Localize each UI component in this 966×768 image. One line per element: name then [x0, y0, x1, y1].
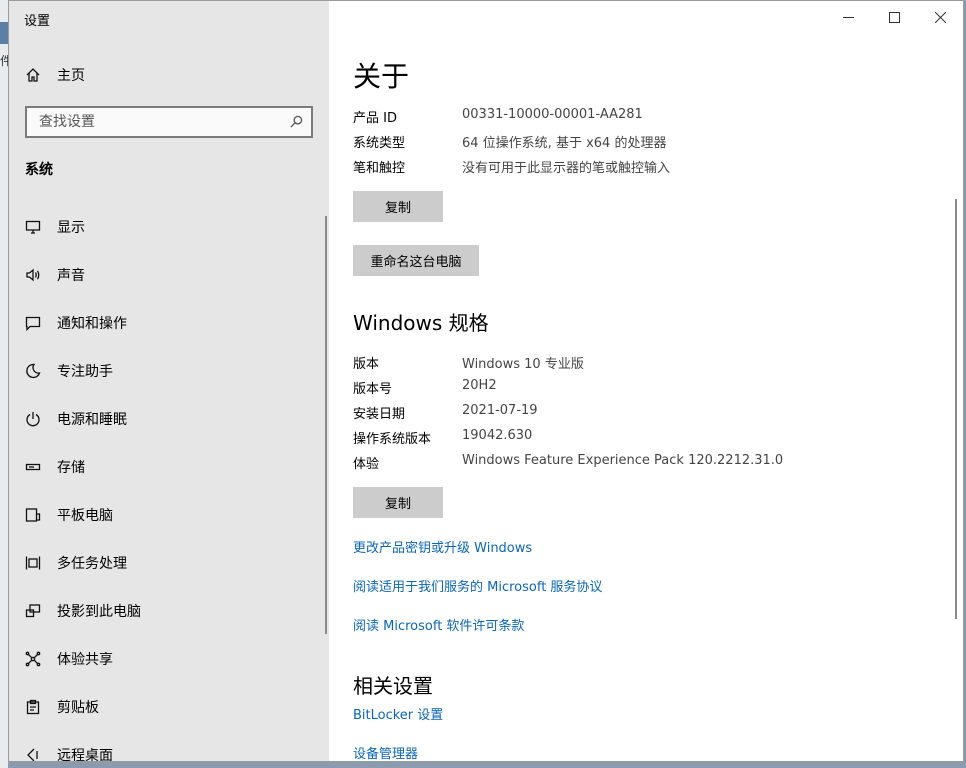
sidebar-item-label: 剪贴板 — [57, 700, 99, 716]
spec-row-experience: 体验 Windows Feature Experience Pack 120.2… — [353, 453, 783, 472]
rename-pc-button[interactable]: 重命名这台电脑 — [353, 245, 479, 276]
sidebar-item-label: 电源和睡眠 — [57, 412, 127, 428]
spec-label: 版本号 — [353, 382, 393, 397]
speaker-icon — [9, 267, 57, 283]
maximize-icon — [888, 11, 900, 23]
main-scrollbar[interactable] — [955, 199, 957, 619]
sidebar-item-focus-assist[interactable]: 专注助手 — [9, 347, 329, 395]
sidebar-item-tablet[interactable]: 平板电脑 — [9, 491, 329, 539]
sidebar-nav: 显示 声音 通知和操作 专注助手 电源和睡眠 存储 平板电脑 多任务处理 投影到… — [9, 203, 329, 762]
spec-value: Windows Feature Experience Pack 120.2212… — [462, 453, 784, 468]
window-title: 设置 — [24, 14, 51, 29]
services-agreement-link[interactable]: 阅读适用于我们服务的 Microsoft 服务协议 — [353, 576, 602, 595]
spec-value: 2021-07-19 — [462, 403, 538, 418]
sidebar-item-sound[interactable]: 声音 — [9, 251, 329, 299]
sidebar-item-label: 投影到此电脑 — [57, 604, 141, 620]
spec-label: 笔和触控 — [353, 161, 406, 176]
spec-label: 操作系统版本 — [353, 432, 432, 447]
spec-row-pen-touch: 笔和触控 没有可用于此显示器的笔或触控输入 — [353, 157, 670, 176]
background-app-text: 件 — [0, 54, 8, 68]
sidebar-item-label: 存储 — [57, 460, 85, 476]
spec-row-install-date: 安装日期 2021-07-19 — [353, 403, 538, 422]
sidebar-item-clipboard[interactable]: 剪贴板 — [9, 683, 329, 731]
share-icon — [9, 651, 57, 667]
related-settings-heading: 相关设置 — [353, 674, 433, 698]
spec-label: 产品 ID — [353, 111, 397, 126]
clipboard-icon — [9, 699, 57, 715]
spec-value: Windows 10 专业版 — [462, 357, 584, 372]
sidebar-item-multitasking[interactable]: 多任务处理 — [9, 539, 329, 587]
page-title: 关于 — [353, 60, 410, 93]
sidebar-item-shared-experiences[interactable]: 体验共享 — [9, 635, 329, 683]
spec-label: 体验 — [353, 457, 380, 472]
search-box[interactable] — [25, 106, 313, 138]
spec-row-product-id: 产品 ID 00331-10000-00001-AA281 — [353, 107, 643, 126]
power-icon — [9, 411, 57, 427]
spec-value: 00331-10000-00001-AA281 — [462, 107, 643, 122]
license-terms-link[interactable]: 阅读 Microsoft 软件许可条款 — [353, 615, 524, 634]
sidebar-item-label: 主页 — [57, 68, 85, 84]
sidebar-item-label: 声音 — [57, 268, 85, 284]
window-controls — [825, 1, 963, 33]
spec-label: 系统类型 — [353, 136, 406, 151]
minimize-button[interactable] — [825, 1, 871, 33]
spec-value: 64 位操作系统, 基于 x64 的处理器 — [462, 136, 667, 151]
close-button[interactable] — [917, 1, 963, 33]
sidebar-item-label: 远程桌面 — [57, 748, 113, 762]
sidebar-item-label: 多任务处理 — [57, 556, 127, 572]
sidebar-item-display[interactable]: 显示 — [9, 203, 329, 251]
notification-icon — [9, 315, 57, 331]
maximize-button[interactable] — [871, 1, 917, 33]
sidebar-item-storage[interactable]: 存储 — [9, 443, 329, 491]
multitask-icon — [9, 555, 57, 571]
minimize-icon — [842, 16, 854, 18]
bitlocker-settings-link[interactable]: BitLocker 设置 — [353, 704, 443, 723]
sidebar-scrollbar[interactable] — [325, 216, 327, 634]
search-input[interactable] — [37, 113, 290, 131]
spec-label: 安装日期 — [353, 407, 406, 422]
monitor-icon — [9, 219, 57, 235]
sidebar-item-label: 专注助手 — [57, 364, 113, 380]
close-icon — [934, 11, 946, 23]
background-app-strip — [0, 22, 8, 44]
copy-windows-specs-button[interactable]: 复制 — [353, 487, 443, 518]
change-product-key-link[interactable]: 更改产品密钥或升级 Windows — [353, 537, 532, 556]
project-icon — [9, 603, 57, 619]
main-content: 关于 产品 ID 00331-10000-00001-AA281 系统类型 64… — [329, 1, 963, 761]
sidebar-item-label: 平板电脑 — [57, 508, 113, 524]
sidebar-item-projecting[interactable]: 投影到此电脑 — [9, 587, 329, 635]
windows-spec-heading: Windows 规格 — [353, 311, 489, 335]
device-manager-link[interactable]: 设备管理器 — [353, 743, 418, 761]
moon-icon — [9, 363, 57, 379]
spec-row-system-type: 系统类型 64 位操作系统, 基于 x64 的处理器 — [353, 132, 666, 151]
sidebar-item-home[interactable]: 主页 — [9, 57, 329, 93]
spec-value: 20H2 — [462, 378, 497, 393]
storage-icon — [9, 459, 57, 475]
sidebar-item-label: 显示 — [57, 220, 85, 236]
spec-value: 19042.630 — [462, 428, 533, 443]
sidebar-section-title: 系统 — [25, 162, 53, 178]
sidebar-item-notifications[interactable]: 通知和操作 — [9, 299, 329, 347]
sidebar: 设置 主页 系统 显示 声 — [9, 1, 329, 761]
settings-window: 设置 主页 系统 显示 声 — [8, 0, 964, 762]
sidebar-item-power[interactable]: 电源和睡眠 — [9, 395, 329, 443]
spec-row-edition: 版本 Windows 10 专业版 — [353, 353, 584, 372]
search-icon[interactable] — [290, 113, 303, 132]
tablet-icon — [9, 507, 57, 523]
sidebar-item-label: 体验共享 — [57, 652, 113, 668]
remote-icon — [9, 747, 57, 761]
sidebar-item-remote-desktop[interactable]: 远程桌面 — [9, 731, 329, 762]
spec-row-version: 版本号 20H2 — [353, 378, 497, 397]
background-app — [0, 0, 8, 768]
home-icon — [9, 67, 57, 83]
copy-device-specs-button[interactable]: 复制 — [353, 191, 443, 222]
spec-label: 版本 — [353, 357, 380, 372]
sidebar-item-label: 通知和操作 — [57, 316, 127, 332]
spec-row-os-build: 操作系统版本 19042.630 — [353, 428, 532, 447]
spec-value: 没有可用于此显示器的笔或触控输入 — [462, 161, 671, 176]
